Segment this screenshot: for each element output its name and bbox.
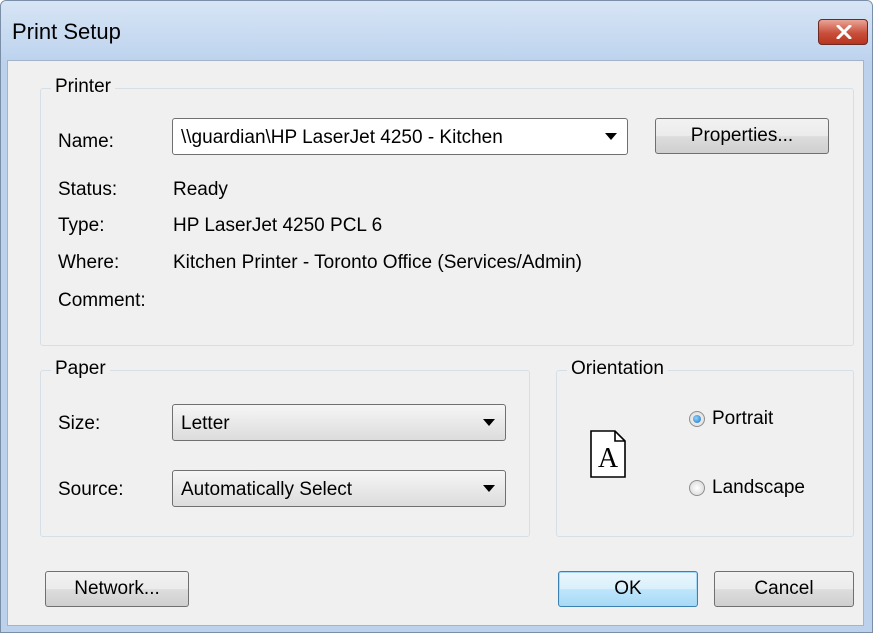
chevron-down-icon — [605, 133, 617, 140]
printer-name-dropdown[interactable]: \\guardian\HP LaserJet 4250 - Kitchen — [172, 118, 628, 155]
printer-name-value: \\guardian\HP LaserJet 4250 - Kitchen — [181, 127, 503, 148]
where-label: Where: — [58, 252, 120, 273]
where-value: Kitchen Printer - Toronto Office (Servic… — [173, 252, 583, 273]
paper-size-value: Letter — [181, 413, 230, 434]
source-label: Source: — [58, 479, 124, 500]
chevron-down-icon — [483, 485, 495, 492]
close-icon — [836, 25, 852, 39]
landscape-label[interactable]: Landscape — [712, 477, 805, 499]
size-label: Size: — [58, 413, 101, 434]
orientation-group-label: Orientation — [567, 358, 668, 380]
paper-size-dropdown[interactable]: Letter — [172, 404, 506, 441]
cancel-button[interactable]: Cancel — [714, 571, 854, 607]
printer-group-label: Printer — [51, 76, 115, 98]
comment-label: Comment: — [58, 290, 146, 311]
type-label: Type: — [58, 215, 105, 236]
window-title: Print Setup — [12, 19, 121, 44]
network-button[interactable]: Network... — [45, 571, 189, 607]
page-letter: A — [598, 443, 619, 474]
title-bar[interactable]: Print Setup — [1, 1, 872, 61]
paper-group-label: Paper — [51, 358, 110, 380]
dialog-client-area: Printer Name: \\guardian\HP LaserJet 425… — [7, 60, 864, 626]
ok-button[interactable]: OK — [558, 571, 698, 607]
portrait-radio[interactable] — [689, 411, 705, 427]
portrait-label[interactable]: Portrait — [712, 408, 773, 430]
page-portrait-icon: A — [590, 430, 626, 478]
paper-source-value: Automatically Select — [181, 479, 353, 500]
properties-button[interactable]: Properties... — [655, 118, 829, 154]
name-label: Name: — [58, 131, 114, 152]
chevron-down-icon — [483, 419, 495, 426]
paper-source-dropdown[interactable]: Automatically Select — [172, 470, 506, 507]
type-value: HP LaserJet 4250 PCL 6 — [173, 215, 383, 236]
status-value: Ready — [173, 179, 228, 200]
paper-group: Paper — [40, 358, 530, 537]
close-button[interactable] — [818, 19, 868, 45]
landscape-radio[interactable] — [689, 480, 705, 496]
status-label: Status: — [58, 179, 118, 200]
